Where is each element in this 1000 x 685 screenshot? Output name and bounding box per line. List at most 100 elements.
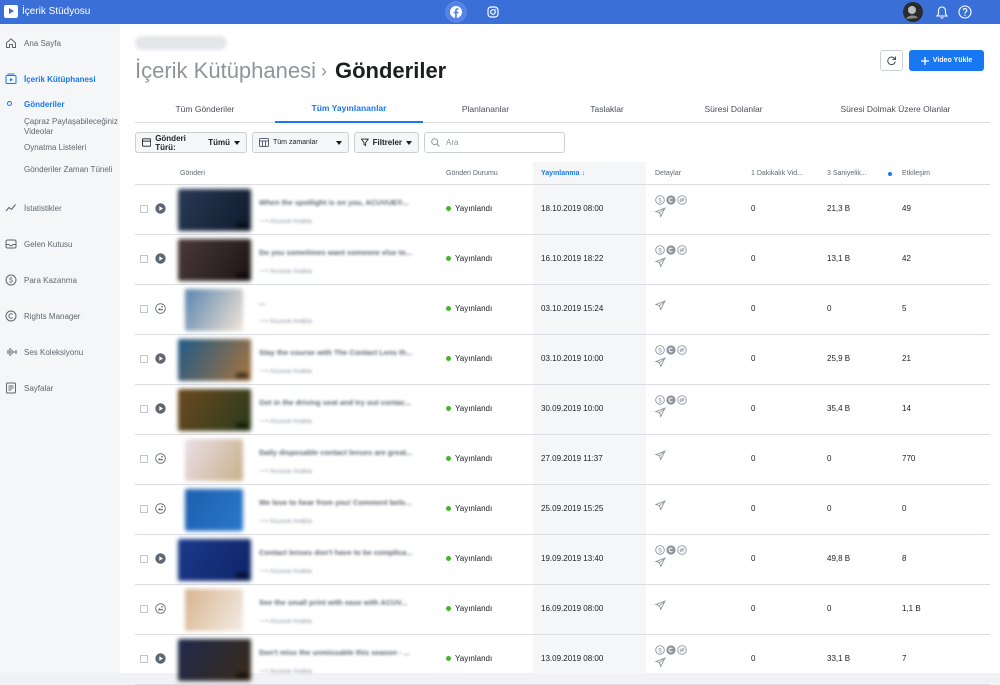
post-details[interactable] (655, 595, 705, 613)
post-details[interactable]: $ (655, 395, 705, 420)
post-type-filter[interactable]: Gönderi Türü: Tümü (135, 132, 247, 153)
post-thumbnail[interactable] (185, 289, 243, 331)
table-row[interactable]: Do you sometimes want someone else to...… (135, 235, 990, 285)
sidebar-item-label: Para Kazanma (24, 275, 77, 285)
post-title[interactable]: Do you sometimes want someone else to... (259, 248, 431, 257)
table-row[interactable]: Contact lenses don't have to be complica… (135, 535, 990, 585)
tab-scheduled[interactable]: Planlananlar (423, 94, 548, 123)
post-status: Yayınlandı (446, 404, 492, 413)
post-status: Yayınlandı (446, 254, 492, 263)
post-title[interactable]: We love to hear from you! Comment belo..… (259, 498, 431, 507)
post-title[interactable]: Daily disposable contact lenses are grea… (259, 448, 431, 457)
tab-expired[interactable]: Süresi Dolanlar (666, 94, 801, 123)
column-header-engagement[interactable]: Etkileşim (902, 170, 930, 177)
tab-all-published[interactable]: Tüm Yayınlananlar (275, 94, 423, 123)
post-title[interactable]: Don't miss the unmissable this season - … (259, 648, 431, 657)
notifications-bell-icon[interactable] (933, 3, 951, 21)
row-checkbox[interactable] (140, 655, 148, 663)
post-details[interactable]: $ (655, 545, 705, 570)
row-checkbox[interactable] (140, 505, 148, 513)
help-icon[interactable] (956, 3, 974, 21)
column-header-post[interactable]: Gönderi (180, 170, 205, 177)
post-title[interactable]: Contact lenses don't have to be complica… (259, 548, 431, 557)
post-title[interactable]: Get in the driving seat and try out cont… (259, 398, 431, 407)
row-checkbox[interactable] (140, 355, 148, 363)
table-row[interactable]: Stay the course with The Contact Lens th… (135, 335, 990, 385)
post-title[interactable]: Stay the course with The Contact Lens th… (259, 348, 431, 357)
tab-drafts[interactable]: Taslaklar (548, 94, 666, 123)
refresh-button[interactable] (880, 50, 903, 71)
table-row[interactable]: Don't miss the unmissable this season - … (135, 635, 990, 685)
one-minute-views: 0 (751, 454, 756, 463)
photo-type-icon (155, 503, 166, 514)
row-checkbox[interactable] (140, 555, 148, 563)
table-row[interactable]: When the spotlight is on you, ACUVUE®...… (135, 185, 990, 235)
table-row[interactable]: See the small print with ease with ACUV.… (135, 585, 990, 635)
table-row[interactable]: We love to hear from you! Comment belo..… (135, 485, 990, 535)
column-header-3sec-views[interactable]: 3 Saniyelik... (827, 170, 867, 177)
post-title[interactable]: When the spotlight is on you, ACUVUE®... (259, 198, 431, 207)
sidebar-subitem-posts[interactable]: Gönderiler (24, 100, 120, 110)
author-icon: ⟶ (259, 518, 270, 525)
post-author-name: Acuvue Arabia (269, 218, 312, 225)
sidebar-item-sound-collection[interactable]: Ses Koleksiyonu (0, 342, 120, 362)
post-title[interactable]: See the small print with ease with ACUV.… (259, 598, 431, 607)
tab-all-posts[interactable]: Tüm Gönderiler (135, 94, 275, 123)
upload-video-button[interactable]: Video Yükle (909, 50, 984, 71)
instagram-tab-icon[interactable] (484, 3, 502, 21)
post-thumbnail[interactable] (178, 539, 251, 581)
facebook-tab-icon[interactable] (445, 1, 467, 23)
sidebar-item-home[interactable]: Ana Sayfa (0, 33, 120, 53)
sidebar-subitem-playlists[interactable]: Oynatma Listeleri (24, 143, 120, 153)
row-checkbox[interactable] (140, 255, 148, 263)
sidebar-item-monetization[interactable]: $ Para Kazanma (0, 270, 120, 290)
upload-video-label: Video Yükle (932, 57, 973, 64)
post-details[interactable]: $ (655, 345, 705, 370)
table-row[interactable]: Get in the driving seat and try out cont… (135, 385, 990, 435)
post-thumbnail[interactable] (178, 639, 251, 681)
column-header-1min-views[interactable]: 1 Dakikalık Vid... (751, 170, 803, 177)
sidebar-item-content-library[interactable]: İçerik Kütüphanesi (0, 69, 120, 89)
published-date: 16.09.2019 08:00 (541, 604, 604, 613)
post-author-name: Acuvue Arabia (269, 268, 312, 275)
post-details[interactable] (655, 295, 705, 313)
row-checkbox[interactable] (140, 455, 148, 463)
table-row[interactable]: ... ⟶ Acuvue Arabia Yayınlandı 03.10.2019 1… (135, 285, 990, 335)
post-details[interactable] (655, 445, 705, 463)
row-checkbox[interactable] (140, 205, 148, 213)
post-thumbnail[interactable] (178, 339, 251, 381)
post-thumbnail[interactable] (185, 589, 243, 631)
tab-expiring[interactable]: Süresi Dolmak Üzere Olanlar (801, 94, 990, 123)
post-thumbnail[interactable] (185, 489, 243, 531)
column-header-published[interactable]: Yayınlanma ↓ (541, 170, 585, 177)
column-header-details[interactable]: Detaylar (655, 170, 681, 177)
row-checkbox[interactable] (140, 605, 148, 613)
breadcrumb-parent[interactable]: İçerik Kütüphanesi (135, 58, 316, 84)
page-selector-blurred[interactable] (135, 36, 227, 50)
search-input[interactable]: Ara (424, 132, 565, 153)
post-details[interactable]: $ (655, 645, 705, 670)
video-type-icon (155, 353, 166, 364)
post-thumbnail[interactable] (178, 239, 251, 281)
post-title[interactable]: ... (259, 298, 431, 307)
filters-label: Filtreler (372, 138, 402, 147)
sidebar-subitem-posts-timeline[interactable]: Gönderiler Zaman Tüneli (24, 165, 120, 175)
post-thumbnail[interactable] (178, 389, 251, 431)
sidebar-item-pages[interactable]: Sayfalar (0, 378, 120, 398)
sidebar-item-inbox[interactable]: Gelen Kutusu (0, 234, 120, 254)
date-range-filter[interactable]: Tüm zamanlar (252, 132, 349, 153)
post-thumbnail[interactable] (178, 189, 251, 231)
sidebar-item-rights-manager[interactable]: Rights Manager (0, 306, 120, 326)
row-checkbox[interactable] (140, 405, 148, 413)
column-header-status[interactable]: Gönderi Durumu (446, 170, 498, 177)
filters-button[interactable]: Filtreler (354, 132, 419, 153)
post-details[interactable]: $ (655, 245, 705, 270)
avatar[interactable] (903, 2, 923, 22)
post-thumbnail[interactable] (185, 439, 243, 481)
post-details[interactable]: $ (655, 195, 705, 220)
sidebar-item-insights[interactable]: İstatistikler (0, 198, 120, 218)
sidebar-subitem-crosspost-videos[interactable]: Çapraz Paylaşabileceğiniz Videolar (24, 117, 120, 137)
row-checkbox[interactable] (140, 305, 148, 313)
post-details[interactable] (655, 495, 705, 513)
table-row[interactable]: Daily disposable contact lenses are grea… (135, 435, 990, 485)
